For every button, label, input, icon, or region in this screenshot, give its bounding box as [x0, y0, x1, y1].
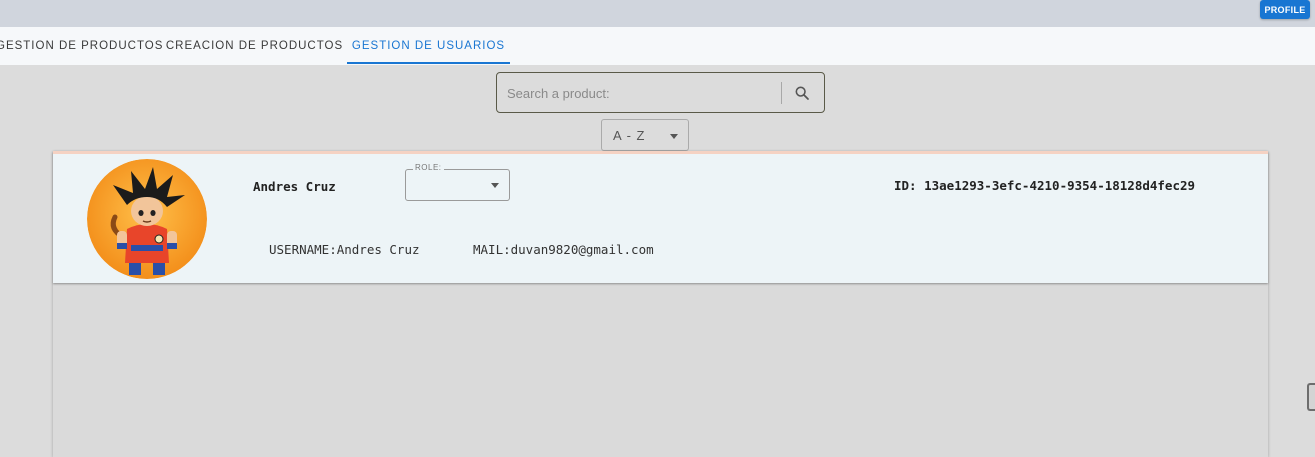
search-input[interactable]: [507, 82, 772, 104]
user-id: ID: 13ae1293-3efc-4210-9354-18128d4fec29: [894, 178, 1196, 193]
user-mail: MAIL:duvan9820@gmail.com: [473, 242, 654, 257]
tab-creacion-de-productos[interactable]: CREACION DE PRODUCTOS: [162, 27, 347, 65]
search-button[interactable]: [790, 81, 814, 105]
active-tab-indicator: [347, 62, 510, 64]
user-name: Andres Cruz: [253, 179, 336, 194]
side-panel-handle[interactable]: [1307, 383, 1315, 411]
tab-gestion-de-productos[interactable]: GESTION DE PRODUCTOS: [0, 27, 162, 65]
search-box: [496, 72, 825, 113]
search-icon: [795, 86, 809, 100]
search-divider: [781, 82, 782, 104]
sort-select[interactable]: A - Z: [601, 119, 689, 151]
role-select[interactable]: ROLE:: [405, 163, 510, 201]
sort-value: A - Z: [613, 128, 646, 143]
profile-button[interactable]: PROFILE: [1260, 0, 1310, 19]
chevron-down-icon: [491, 183, 499, 188]
top-app-bar: PROFILE: [0, 0, 1315, 27]
tab-gestion-de-usuarios[interactable]: GESTION DE USUARIOS: [347, 27, 510, 65]
avatar: [87, 159, 207, 279]
user-username: USERNAME:Andres Cruz: [269, 242, 420, 257]
chevron-down-icon: [670, 134, 678, 139]
tab-bar: GESTION DE PRODUCTOS CREACION DE PRODUCT…: [0, 27, 1315, 65]
role-label: ROLE:: [413, 163, 444, 172]
user-card: Andres Cruz ROLE: ID: 13ae1293-3efc-4210…: [53, 151, 1268, 283]
